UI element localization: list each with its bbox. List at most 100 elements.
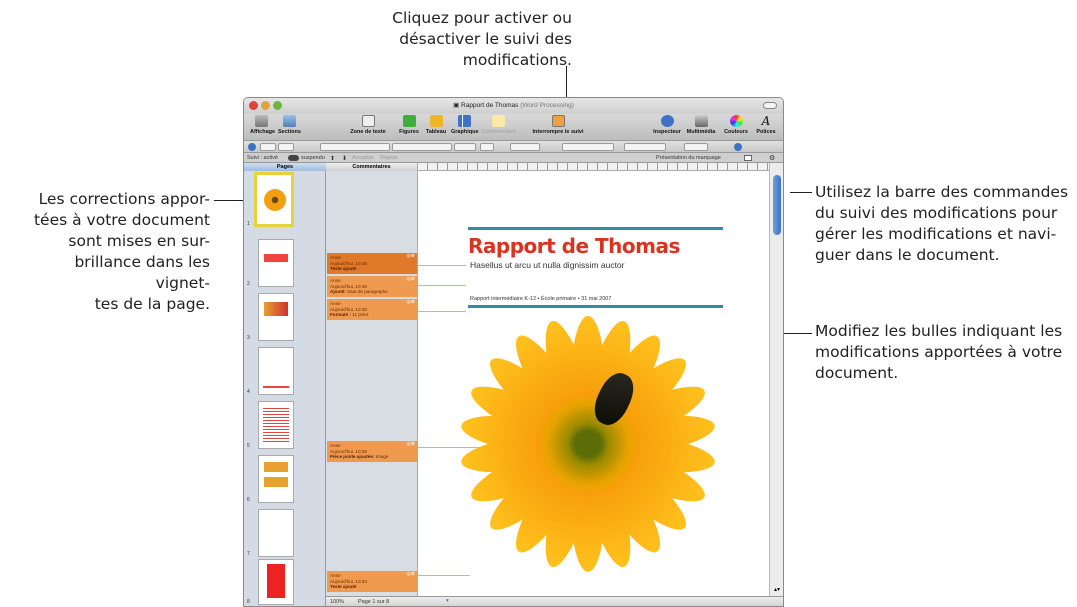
stop-tracking-label: Interrompre le suivi	[532, 129, 584, 135]
previous-change-icon[interactable]: ⬆	[330, 155, 335, 162]
change-bubble[interactable]: ◎⊗ Anne Aujourd'hui, 10:35 Pièce jointe …	[327, 441, 417, 462]
toolbar: Affichage Sections Zone de texte Figures…	[244, 114, 783, 141]
page-thumbnail-6[interactable]	[258, 455, 294, 503]
sections-button[interactable]: Sections	[278, 115, 301, 135]
page-number: 6	[247, 497, 250, 503]
title-rule-bottom	[468, 305, 723, 308]
textbox-icon	[361, 115, 375, 127]
colors-button[interactable]: Couleurs	[722, 115, 750, 135]
textbox-button[interactable]: Zone de texte	[348, 115, 388, 135]
page-thumbnail-1[interactable]	[254, 172, 294, 227]
markup-view-popup[interactable]: Présentation du marquage	[656, 155, 721, 161]
markup-line	[418, 265, 466, 266]
bold-italic-buttons[interactable]	[510, 143, 540, 151]
text-color-well[interactable]	[480, 143, 494, 151]
paragraph-style-popup[interactable]	[260, 143, 276, 151]
change-bubble[interactable]: ◎⊗ Anne Aujourd'hui, 10:34 Texte ajouté	[327, 571, 417, 592]
comments-pane: ◎⊗ Anne Aujourd'hui, 10:36 Texte ajouté …	[326, 171, 418, 596]
page-number: 7	[247, 551, 250, 557]
window-title-suffix: (Word Processing)	[520, 102, 574, 109]
bubble-controls-icon[interactable]: ◎⊗	[406, 276, 415, 283]
bubble-controls-icon[interactable]: ◎⊗	[406, 571, 415, 578]
status-bar: 100% Page 1 sur 8 ▾	[326, 596, 783, 606]
accept-button[interactable]: Accepter	[352, 155, 374, 161]
inspector-label: Inspecteur	[653, 129, 681, 135]
page-nav-icon[interactable]: ▾	[446, 598, 449, 604]
chart-label: Graphique	[451, 129, 479, 135]
fonts-label: Polices	[756, 129, 776, 135]
bubble-change: Pièce jointe ajoutée:	[330, 454, 375, 459]
page-thumbnail-3[interactable]	[258, 293, 294, 341]
view-icon	[254, 115, 268, 127]
media-button[interactable]: Multimédia	[685, 115, 717, 135]
callout-thumbnails: Les corrections appor- tées à votre docu…	[33, 190, 210, 313]
vertical-scrollbar[interactable]: ▴▾	[769, 163, 783, 596]
shapes-button[interactable]: Figures	[398, 115, 420, 135]
line-spacing-popup[interactable]	[624, 143, 666, 151]
thumb-red-block	[267, 564, 285, 598]
tracking-switch[interactable]	[288, 155, 299, 161]
table-label: Tableau	[425, 129, 447, 135]
page-thumbnail-2[interactable]	[258, 239, 294, 287]
thumb-text-lines	[263, 408, 289, 442]
page-number: 1	[247, 221, 250, 227]
font-size-field[interactable]	[454, 143, 476, 151]
fonts-icon: A	[761, 114, 771, 128]
pages-header: Pages	[244, 163, 326, 171]
next-change-icon[interactable]: ⬇	[342, 155, 347, 162]
font-family-popup[interactable]	[320, 143, 390, 151]
media-icon	[694, 115, 708, 127]
page-thumbnail-7[interactable]	[258, 509, 294, 557]
stop-tracking-button[interactable]: Interrompre le suivi	[530, 115, 586, 135]
markup-line	[418, 575, 470, 576]
markup-line	[418, 285, 466, 286]
reject-button[interactable]: Rejeter	[380, 155, 398, 161]
document-title: Rapport de Thomas	[468, 234, 680, 258]
list-style-popup[interactable]	[278, 143, 294, 151]
toolbar-toggle-button[interactable]	[763, 102, 777, 109]
styles-drawer-icon[interactable]	[248, 143, 256, 151]
comment-label: Commentaire	[481, 129, 517, 135]
change-bubble[interactable]: ◎⊗ Anne Aujourd'hui, 10:36 Formaté : 11 …	[327, 299, 417, 320]
page-number: 8	[247, 599, 250, 605]
scroll-knob[interactable]	[773, 175, 781, 235]
font-face-popup[interactable]	[392, 143, 452, 151]
tracking-settings-icon[interactable]: ⚙	[769, 154, 775, 162]
horizontal-ruler[interactable]	[418, 163, 769, 171]
info-circle-icon[interactable]	[734, 143, 742, 151]
inspector-button[interactable]: Inspecteur	[652, 115, 682, 135]
window-title-text: Rapport de Thomas	[461, 102, 519, 109]
change-bubble[interactable]: ◎⊗ Anne Aujourd'hui, 10:36 Ajouté: Saut …	[327, 276, 417, 297]
bubble-controls-icon[interactable]: ◎⊗	[406, 441, 415, 448]
zoom-popup[interactable]: 100%	[330, 599, 344, 605]
document-page[interactable]: Rapport de Thomas Hasellus ut arcu ut nu…	[418, 171, 769, 596]
bubble-controls-icon[interactable]: ◎⊗	[406, 299, 415, 306]
window-title: ▣ Rapport de Thomas (Word Processing)	[244, 101, 783, 109]
page-thumbnail-8[interactable]	[258, 559, 294, 605]
page-indicator: Page 1 sur 8	[358, 599, 390, 605]
callout-tracking-toggle: Cliquez pour activer ou désactiver le su…	[392, 9, 572, 69]
scroll-arrows-icon[interactable]: ▴▾	[774, 586, 780, 593]
fonts-button[interactable]: A Polices	[754, 115, 778, 135]
table-icon	[429, 115, 443, 127]
bubble-change: Ajouté:	[330, 289, 346, 294]
color-wheel-icon	[729, 115, 743, 127]
page-number: 3	[247, 335, 250, 341]
chart-button[interactable]: Graphique	[451, 115, 479, 135]
comment-button[interactable]: Commentaire	[481, 115, 517, 135]
change-bubble[interactable]: ◎⊗ Anne Aujourd'hui, 10:36 Texte ajouté	[327, 253, 417, 274]
table-button[interactable]: Tableau	[425, 115, 447, 135]
callout-trackbar: Utilisez la barre des commandes du suivi…	[815, 183, 1069, 264]
bubble-controls-icon[interactable]: ◎⊗	[406, 253, 415, 260]
page-number: 5	[247, 443, 250, 449]
page-thumbnail-5[interactable]	[258, 401, 294, 449]
title-bar: ▣ Rapport de Thomas (Word Processing)	[244, 98, 783, 114]
alignment-buttons[interactable]	[562, 143, 614, 151]
markup-view-icon[interactable]	[744, 155, 752, 161]
view-button[interactable]: Affichage	[250, 115, 275, 135]
page-thumbnail-4[interactable]	[258, 347, 294, 395]
columns-popup[interactable]	[684, 143, 708, 151]
bubble-detail: 11 point	[352, 312, 369, 317]
document-icon: ▣	[453, 102, 462, 109]
shapes-label: Figures	[399, 129, 419, 135]
